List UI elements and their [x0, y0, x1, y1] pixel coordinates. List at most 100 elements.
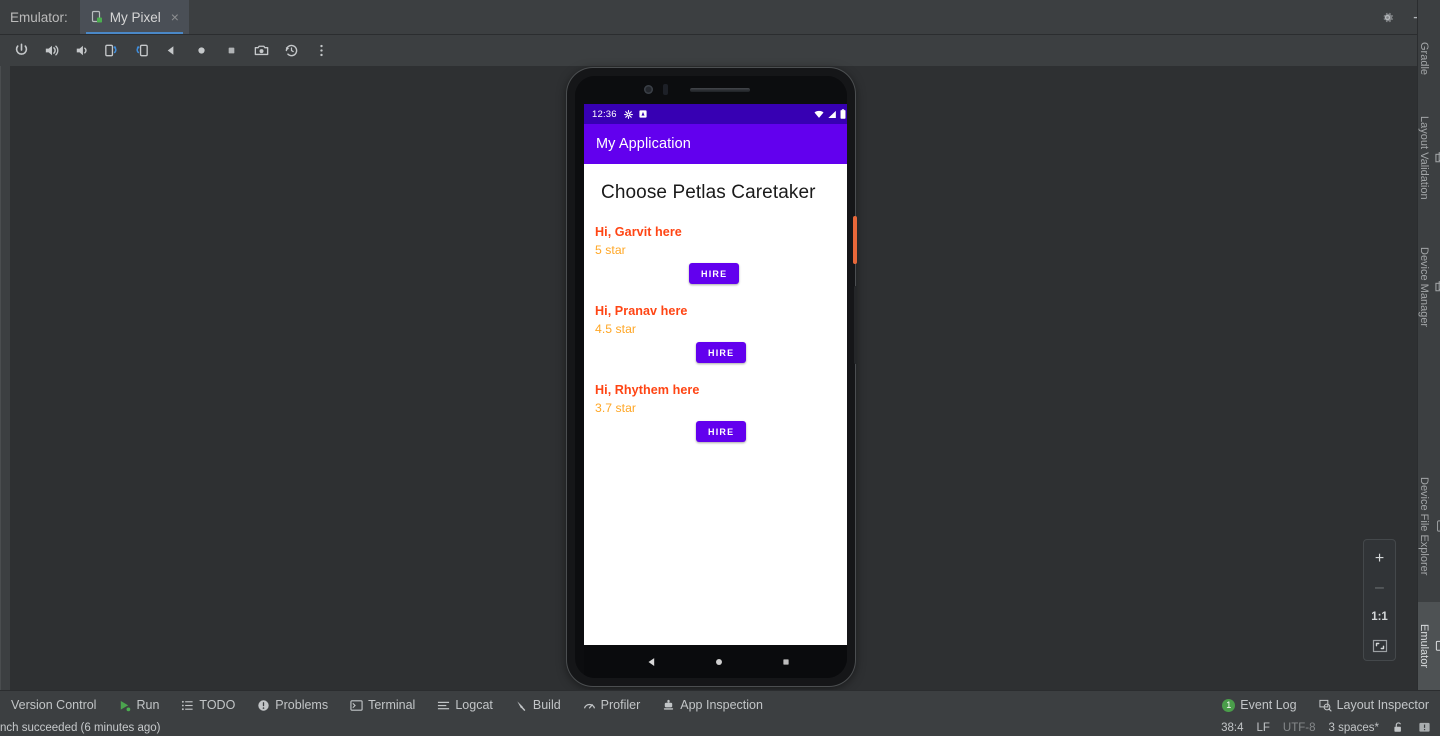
close-icon[interactable]: × — [171, 10, 179, 24]
device-top-bezel — [575, 76, 847, 104]
sidebar-item-emulator[interactable]: Emulator — [1418, 602, 1440, 690]
bottom-item-todo[interactable]: TODO — [170, 691, 246, 720]
logcat-icon — [437, 699, 450, 712]
android-studio-emulator-window: Emulator: My Pixel × 12:36 My Applicatio… — [0, 0, 1440, 736]
overview-icon[interactable] — [218, 39, 244, 63]
app-content: Choose Petlas Caretaker Hi, Garvit here … — [584, 164, 847, 645]
line-separator[interactable]: LF — [1256, 722, 1269, 734]
sidebar-item-layout-validation[interactable]: Layout Validation — [1418, 92, 1440, 224]
list-item: Hi, Garvit here 5 star HIRE — [584, 225, 847, 284]
caretaker-list: Hi, Garvit here 5 star HIRE Hi, Pranav h… — [584, 204, 847, 442]
bottom-item-label: Layout Inspector — [1336, 698, 1429, 712]
zoom-in-button[interactable]: + — [1364, 544, 1395, 573]
hire-button[interactable]: HIRE — [696, 342, 747, 363]
device-volume-rocker[interactable] — [854, 286, 857, 364]
sidebar-item-label: Gradle — [1418, 42, 1430, 76]
bottom-item-problems[interactable]: Problems — [246, 691, 339, 720]
bottom-tool-window-bar: Version Control Run TODO Problems Termin… — [0, 690, 1440, 719]
history-icon[interactable] — [278, 39, 304, 63]
phone-icon — [1435, 520, 1440, 532]
caretaker-name: Hi, Pranav here — [595, 304, 688, 318]
status-bar-clock: 12:36 — [592, 108, 617, 120]
rotate-right-icon[interactable] — [128, 39, 154, 63]
gear-icon[interactable] — [1380, 10, 1395, 25]
bottom-item-logcat[interactable]: Logcat — [426, 691, 504, 720]
ide-status-bar: nch succeeded (6 minutes ago) 38:4 LF UT… — [0, 719, 1440, 736]
caretaker-rating: 4.5 star — [595, 322, 637, 336]
device-tab-my-pixel[interactable]: My Pixel × — [79, 0, 189, 34]
bottom-item-label: Logcat — [455, 698, 493, 712]
app-title: My Application — [596, 136, 691, 152]
problems-icon — [257, 699, 270, 712]
device-screen[interactable]: 12:36 My Application Choose Petlas Caret… — [584, 104, 847, 645]
bottom-item-label: App Inspection — [680, 698, 763, 712]
emulator-canvas[interactable]: Palette Component Tree 12:36 — [0, 66, 1417, 690]
sidebar-item-label: Layout Validation — [1418, 116, 1430, 200]
nav-recents-button[interactable] — [779, 655, 793, 669]
bottom-item-label: Event Log — [1240, 698, 1297, 712]
back-icon[interactable] — [158, 39, 184, 63]
nav-back-button[interactable] — [645, 655, 659, 669]
list-item: Hi, Rhythem here 3.7 star HIRE — [584, 383, 847, 442]
emulator-label: Emulator: — [10, 9, 68, 25]
device-power-button[interactable] — [853, 216, 857, 264]
sidebar-item-device-file-explorer[interactable]: Device File Explorer — [1418, 452, 1440, 600]
gear-icon — [623, 109, 633, 119]
indent-setting[interactable]: 3 spaces* — [1328, 722, 1379, 734]
bottom-item-version-control[interactable]: Version Control — [0, 691, 107, 720]
lock-icon[interactable] — [1392, 721, 1405, 734]
app-icon — [639, 110, 647, 118]
volume-down-icon[interactable] — [68, 39, 94, 63]
camera-icon[interactable] — [248, 39, 274, 63]
list-item: Hi, Pranav here 4.5 star HIRE — [584, 304, 847, 363]
sidebar-item-label: Emulator — [1418, 623, 1430, 669]
zoom-to-fit-icon[interactable] — [1364, 631, 1395, 660]
bottom-item-label: Run — [136, 698, 160, 712]
bottom-item-event-log[interactable]: 1 Event Log — [1211, 691, 1307, 720]
caret-position[interactable]: 38:4 — [1221, 722, 1243, 734]
terminal-icon — [350, 699, 363, 712]
app-action-bar: My Application — [584, 124, 847, 164]
bottom-item-profiler[interactable]: Profiler — [572, 691, 652, 720]
app-inspection-icon — [662, 699, 675, 712]
notification-icon[interactable] — [1418, 721, 1431, 734]
volume-up-icon[interactable] — [38, 39, 64, 63]
bottom-item-run[interactable]: Run — [107, 691, 170, 720]
nav-home-button[interactable] — [712, 655, 726, 669]
emulator-device-toolbar — [0, 35, 1417, 66]
hire-button[interactable]: HIRE — [689, 263, 740, 284]
bottom-item-build[interactable]: Build — [504, 691, 572, 720]
android-navigation-bar — [584, 645, 847, 678]
caretaker-name: Hi, Rhythem here — [595, 383, 700, 397]
power-icon[interactable] — [8, 39, 34, 63]
sidebar-item-gradle[interactable]: Gradle — [1418, 28, 1440, 90]
home-icon[interactable] — [188, 39, 214, 63]
device-tab-label: My Pixel — [109, 9, 161, 25]
bottom-item-label: Version Control — [11, 698, 97, 712]
todo-icon — [181, 699, 194, 712]
profiler-icon — [583, 699, 596, 712]
zoom-controls: + – 1:1 — [1363, 539, 1396, 661]
zoom-out-button[interactable]: – — [1364, 573, 1395, 602]
caretaker-name: Hi, Garvit here — [595, 225, 682, 239]
run-icon — [118, 699, 131, 712]
emulated-device-pixel[interactable]: 12:36 My Application Choose Petlas Caret… — [567, 68, 857, 686]
hire-button[interactable]: HIRE — [696, 421, 747, 442]
device-icon — [90, 10, 104, 24]
layout-inspector-icon — [1318, 699, 1332, 712]
more-vertical-icon[interactable] — [308, 39, 334, 63]
rotate-left-icon[interactable] — [98, 39, 124, 63]
bottom-item-layout-inspector[interactable]: Layout Inspector — [1308, 691, 1440, 720]
bottom-item-label: Profiler — [600, 698, 641, 712]
bottom-item-app-inspection[interactable]: App Inspection — [651, 691, 774, 720]
emulator-tab-bar: Emulator: My Pixel × — [0, 0, 1440, 35]
file-encoding[interactable]: UTF-8 — [1283, 722, 1316, 734]
sidebar-item-device-manager[interactable]: Device Manager — [1418, 226, 1440, 348]
actual-size-button[interactable]: 1:1 — [1364, 602, 1395, 631]
signal-icon — [827, 110, 837, 119]
caretaker-rating: 5 star — [595, 243, 626, 257]
bottom-item-terminal[interactable]: Terminal — [339, 691, 426, 720]
hire-button-row: HIRE — [595, 342, 847, 363]
bottom-item-label: TODO — [199, 698, 236, 712]
battery-icon — [840, 109, 846, 119]
